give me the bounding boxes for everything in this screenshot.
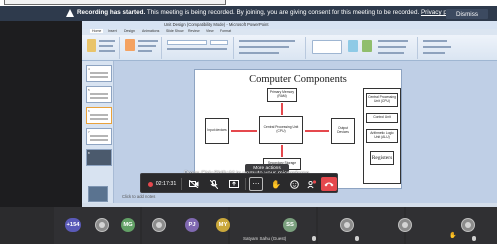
- arrow-cpu-storage: [281, 145, 283, 157]
- ppt-tab-insert: Insert: [108, 29, 117, 33]
- participant-avatar[interactable]: PJ: [185, 218, 199, 232]
- cpu-detail-panel: Central Processing Unit (CPU) Control Un…: [363, 88, 401, 184]
- timer-text: 02:17:31: [155, 181, 177, 187]
- ribbon-group-font: [164, 37, 234, 59]
- shapes-gallery-icon: [312, 40, 342, 54]
- ppt-tab-design: Design: [124, 29, 135, 33]
- ppt-ribbon: [82, 35, 497, 61]
- ppt-tab-review: Review: [188, 29, 200, 33]
- participant-avatar[interactable]: SS: [283, 218, 297, 232]
- raise-hand-button[interactable]: ✋: [269, 177, 283, 191]
- participant-avatar[interactable]: [95, 218, 109, 232]
- people-icon: [307, 179, 317, 188]
- reactions-button[interactable]: [287, 177, 301, 191]
- slide-thumbnail[interactable]: 4: [86, 65, 112, 82]
- more-actions-button[interactable]: ⋯: [249, 177, 263, 191]
- camera-off-icon: [189, 180, 199, 188]
- ribbon-group-drawing: [308, 37, 418, 59]
- alu-box: Arithmetic Logic Unit (ALU): [366, 129, 398, 143]
- share-button[interactable]: [227, 177, 241, 191]
- banner-text: Recording has started. This meeting is b…: [77, 9, 459, 16]
- raised-hand-icon: ✋: [449, 233, 457, 239]
- input-devices-box: Input devices: [205, 118, 229, 144]
- participant-avatar[interactable]: MY: [216, 218, 230, 232]
- slide-thumbnail[interactable]: 7: [86, 128, 112, 145]
- paste-icon: [87, 39, 96, 52]
- warning-icon: [66, 9, 74, 17]
- primary-memory-box: Primary Memory (RAM): [267, 88, 297, 102]
- quick-styles-icon: [362, 40, 372, 52]
- cpu-box: Central Processing Unit (CPU): [259, 116, 303, 144]
- participant-name: Satyam Sahu (Guest): [243, 236, 287, 241]
- people-button[interactable]: [305, 177, 319, 191]
- meeting-window: Recording has started. This meeting is b…: [0, 0, 497, 244]
- arrow-input-cpu: [231, 130, 257, 132]
- more-participants-badge[interactable]: +154: [65, 218, 81, 232]
- output-devices-box: Output Devices: [331, 118, 355, 144]
- slide-thumbnail-selected[interactable]: 6: [86, 107, 112, 124]
- recording-banner: Recording has started. This meeting is b…: [0, 6, 497, 21]
- controls-divider: [245, 178, 246, 190]
- arrow-cpu-output: [305, 130, 329, 132]
- mic-off-button[interactable]: [207, 177, 221, 191]
- participant-avatar[interactable]: [398, 218, 412, 232]
- meeting-controls: 02:17:31 ⋯ ✋: [140, 173, 338, 193]
- ppt-tab-animations: Animations: [142, 29, 160, 33]
- ribbon-group-editing: [420, 37, 460, 59]
- mic-off-icon: [472, 236, 476, 241]
- banner-message: This meeting is being recorded. By joini…: [146, 9, 420, 16]
- participant-tile-group: [318, 207, 404, 244]
- self-view-thumbnail: [88, 186, 108, 202]
- reactions-icon: [289, 179, 299, 189]
- banner-title: Recording has started.: [77, 9, 146, 16]
- ppt-tab-slideshow: Slide Show: [166, 29, 184, 33]
- ribbon-group-paragraph: [236, 37, 306, 59]
- hang-up-button[interactable]: [321, 177, 337, 191]
- mic-off-icon: [355, 236, 359, 241]
- new-slide-icon: [125, 39, 135, 51]
- participant-avatar[interactable]: [340, 218, 354, 232]
- participant-avatar[interactable]: [152, 218, 166, 232]
- ppt-window-title: Unit Design (Compatibility Mode) - Micro…: [164, 22, 269, 27]
- share-icon: [229, 180, 239, 188]
- hang-up-icon: [324, 182, 334, 187]
- slide-title: Computer Components: [249, 74, 347, 85]
- arrange-icon: [348, 40, 358, 52]
- mic-off-icon: [210, 179, 218, 189]
- dismiss-button[interactable]: Dismiss: [446, 9, 488, 19]
- notes-placeholder[interactable]: Click to add notes: [122, 194, 155, 199]
- hand-icon: ✋: [271, 179, 281, 189]
- ppt-tab-home: Home: [90, 29, 104, 33]
- slide-thumbnail[interactable]: 8: [86, 149, 112, 166]
- ppt-tab-view: View: [206, 29, 214, 33]
- cpu-detail-title: Central Processing Unit (CPU): [366, 93, 398, 107]
- participant-avatar[interactable]: MG: [121, 218, 135, 232]
- ribbon-group-slides: [122, 37, 162, 59]
- participant-avatar[interactable]: [461, 218, 475, 232]
- frame-tab: [4, 0, 226, 5]
- control-unit-box: Control Unit: [366, 113, 398, 123]
- ribbon-group-clipboard: [84, 37, 120, 59]
- recording-timer: 02:17:31: [145, 177, 179, 191]
- recording-dot-icon: [147, 181, 153, 187]
- arrow-memory-cpu: [281, 103, 283, 115]
- camera-off-button[interactable]: [187, 177, 201, 191]
- slide-thumbnail[interactable]: 5: [86, 86, 112, 103]
- controls-divider: [181, 178, 182, 190]
- registers-box: Registers: [370, 151, 394, 165]
- ppt-title-bar: Unit Design (Compatibility Mode) - Micro…: [82, 21, 497, 29]
- more-icon: ⋯: [252, 180, 260, 188]
- ppt-tab-format: Format: [220, 29, 232, 33]
- mic-off-icon: [312, 236, 316, 241]
